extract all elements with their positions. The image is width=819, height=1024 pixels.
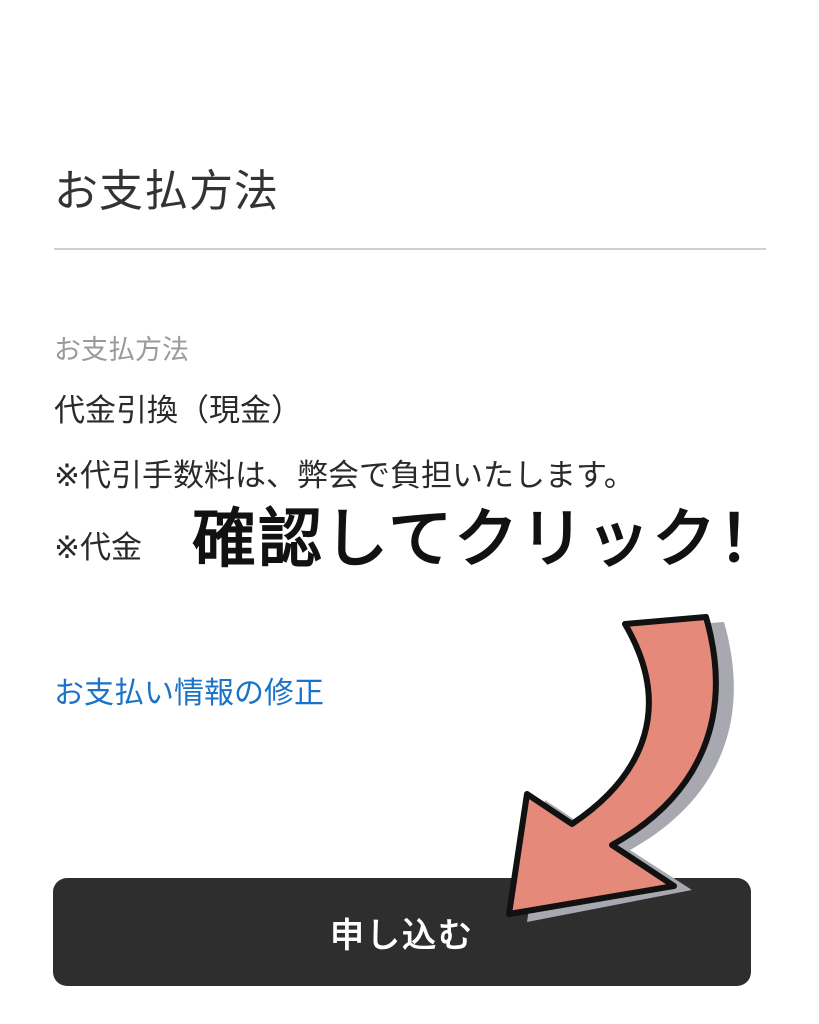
payment-method-page: お支払方法 お支払方法 代金引換（現金） ※代引手数料は、弊会で負担いたします。… <box>0 0 819 1024</box>
arrow-shadow <box>527 622 734 922</box>
payment-note: ※代金 <box>54 530 142 566</box>
payment-method-value: 代金引換（現金） <box>54 393 302 429</box>
callout-text: 確認してクリック！ <box>192 503 785 577</box>
section-title: お支払方法 <box>54 166 279 217</box>
payment-method-label: お支払方法 <box>54 335 189 366</box>
submit-button[interactable]: 申し込む <box>53 878 751 986</box>
divider <box>54 248 766 250</box>
arrow-body <box>506 614 719 917</box>
edit-payment-link[interactable]: お支払い情報の修正 <box>54 668 324 712</box>
